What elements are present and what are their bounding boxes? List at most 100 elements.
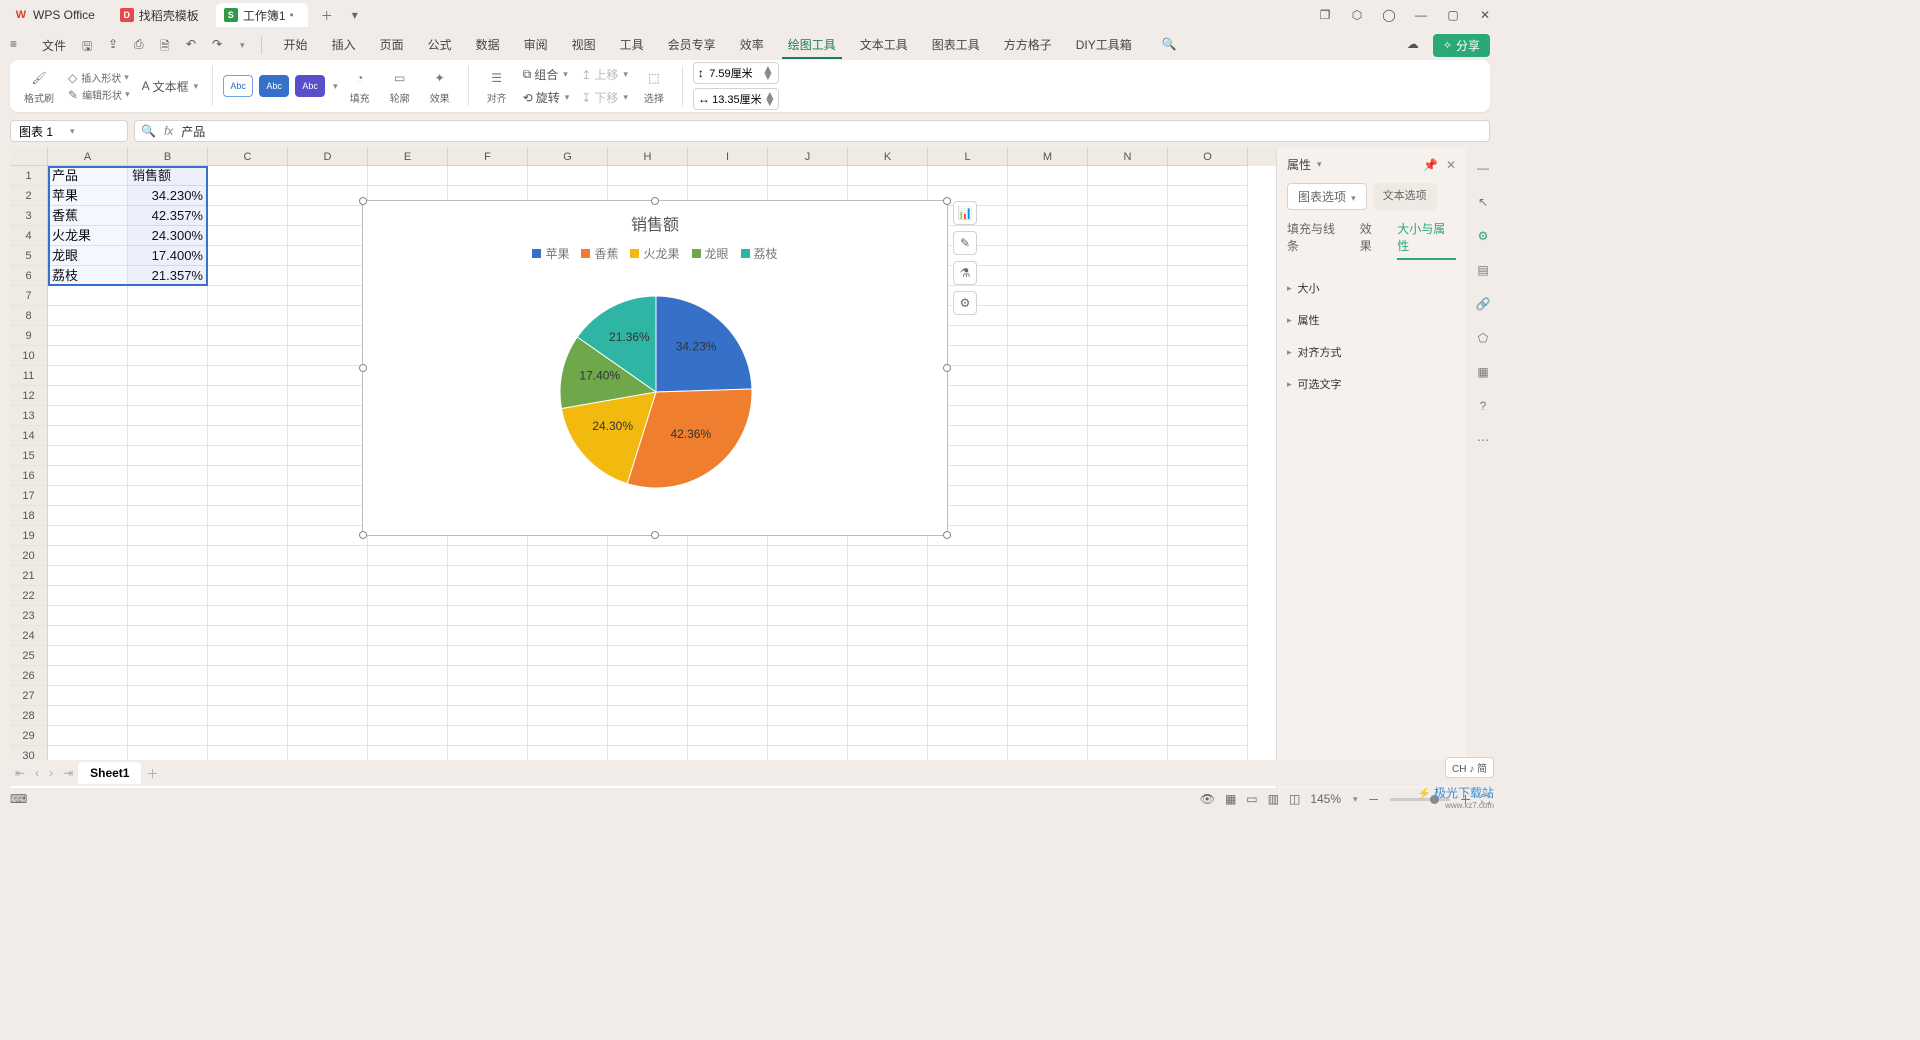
col-header[interactable]: G	[528, 148, 608, 166]
cell-A2[interactable]: 苹果	[48, 186, 128, 206]
more-tools-icon[interactable]: ⋯	[1473, 430, 1493, 450]
resize-handle[interactable]	[651, 197, 659, 205]
menu-会员专享[interactable]: 会员专享	[662, 32, 722, 59]
height-input[interactable]: ↕▲▼	[693, 62, 779, 84]
shape-styles[interactable]: Abc Abc Abc ▾	[223, 75, 338, 97]
row-header[interactable]: 1	[10, 166, 48, 186]
layers-tool-icon[interactable]: ▤	[1473, 260, 1493, 280]
fill-button[interactable]: ◔填充	[342, 65, 378, 107]
section-alt-text[interactable]: 可选文字	[1287, 368, 1456, 400]
cell-A1[interactable]: 产品	[48, 166, 128, 186]
row-header[interactable]: 4	[10, 226, 48, 246]
row-header[interactable]: 11	[10, 366, 48, 386]
row-header[interactable]: 26	[10, 666, 48, 686]
insert-shape[interactable]: ◇插入形状▾	[64, 70, 134, 85]
settings-tool-icon[interactable]: ⚙	[1473, 226, 1493, 246]
first-sheet-button[interactable]: ⇤	[10, 766, 30, 780]
cell-B6[interactable]: 21.357%	[128, 266, 208, 286]
close-button[interactable]: ✕	[1476, 8, 1494, 22]
outline-button[interactable]: ▭轮廓	[382, 65, 418, 107]
style-1[interactable]: Abc	[223, 75, 253, 97]
chart-legend[interactable]: 苹果香蕉火龙果龙眼荔枝	[363, 245, 947, 262]
menu-审阅[interactable]: 审阅	[518, 32, 554, 59]
sheet-tab[interactable]: Sheet1	[78, 762, 141, 784]
link-tool-icon[interactable]: 🔗	[1473, 294, 1493, 314]
avatar-icon[interactable]: ◯	[1380, 8, 1398, 22]
app-tab-wps[interactable]: WWPS Office	[6, 3, 109, 27]
view-page-icon[interactable]: ▥	[1268, 792, 1279, 806]
row-header[interactable]: 19	[10, 526, 48, 546]
legend-item[interactable]: 香蕉	[581, 245, 618, 262]
collapse-panel-icon[interactable]: —	[1473, 158, 1493, 178]
cascade-icon[interactable]: ❐	[1316, 8, 1334, 22]
menu-数据[interactable]: 数据	[470, 32, 506, 59]
zoom-fx-icon[interactable]: 🔍	[141, 124, 156, 138]
cell-A6[interactable]: 荔枝	[48, 266, 128, 286]
row-header[interactable]: 27	[10, 686, 48, 706]
effects-button[interactable]: ✦效果	[422, 65, 458, 107]
next-sheet-button[interactable]: ›	[44, 766, 58, 780]
menu-开始[interactable]: 开始	[278, 32, 314, 59]
menu-页面[interactable]: 页面	[374, 32, 410, 59]
col-header[interactable]: F	[448, 148, 528, 166]
prev-sheet-button[interactable]: ‹	[30, 766, 44, 780]
row-header[interactable]: 16	[10, 466, 48, 486]
row-header[interactable]: 24	[10, 626, 48, 646]
view-eye-icon[interactable]: 👁	[1200, 792, 1215, 806]
col-header[interactable]: N	[1088, 148, 1168, 166]
status-mode-icon[interactable]: ⌨	[10, 792, 27, 806]
menu-插入[interactable]: 插入	[326, 32, 362, 59]
menu-文本工具[interactable]: 文本工具	[854, 32, 914, 59]
chart-elements-button[interactable]: 📊	[953, 201, 977, 225]
view-normal-icon[interactable]: ▭	[1246, 792, 1257, 806]
menu-图表工具[interactable]: 图表工具	[926, 32, 986, 59]
spreadsheet-grid[interactable]: ABCDEFGHIJKLMNO 123456789101112131415161…	[10, 148, 1276, 788]
col-header[interactable]: A	[48, 148, 128, 166]
row-header[interactable]: 22	[10, 586, 48, 606]
menu-绘图工具[interactable]: 绘图工具	[782, 32, 842, 59]
menu-效率[interactable]: 效率	[734, 32, 770, 59]
cube-icon[interactable]: ⬡	[1348, 8, 1366, 22]
resize-handle[interactable]	[651, 531, 659, 539]
resize-handle[interactable]	[943, 197, 951, 205]
row-header[interactable]: 10	[10, 346, 48, 366]
gallery-tool-icon[interactable]: ▦	[1473, 362, 1493, 382]
ime-indicator[interactable]: CH ♪ 简	[1445, 757, 1494, 778]
row-header[interactable]: 6	[10, 266, 48, 286]
row-header[interactable]: 15	[10, 446, 48, 466]
width-input[interactable]: ↔▲▼	[693, 88, 779, 110]
view-split-icon[interactable]: ◫	[1289, 792, 1300, 806]
effect-tab[interactable]: 效果	[1360, 220, 1384, 260]
row-header[interactable]: 17	[10, 486, 48, 506]
legend-item[interactable]: 火龙果	[630, 245, 679, 262]
menu-工具[interactable]: 工具	[614, 32, 650, 59]
col-header[interactable]: B	[128, 148, 208, 166]
select-button[interactable]: ⬚选择	[636, 65, 672, 107]
cell-A3[interactable]: 香蕉	[48, 206, 128, 226]
pin-icon[interactable]: 📌	[1423, 158, 1438, 172]
cursor-tool-icon[interactable]: ↖	[1473, 192, 1493, 212]
name-box[interactable]: 图表 1▾	[10, 120, 128, 142]
styles-more[interactable]: ▾	[333, 81, 338, 92]
cell-B4[interactable]: 24.300%	[128, 226, 208, 246]
app-tab-template[interactable]: D找稻壳模板	[112, 3, 213, 27]
col-header[interactable]: M	[1008, 148, 1088, 166]
row-header[interactable]: 23	[10, 606, 48, 626]
style-3[interactable]: Abc	[295, 75, 325, 97]
view-grid-icon[interactable]: ▦	[1225, 792, 1236, 806]
resize-handle[interactable]	[359, 197, 367, 205]
export-icon[interactable]: ⇪	[108, 37, 124, 53]
legend-item[interactable]: 荔枝	[741, 245, 778, 262]
row-header[interactable]: 7	[10, 286, 48, 306]
preview-icon[interactable]: 🗎	[160, 37, 176, 53]
print-icon[interactable]: ⎙	[134, 37, 150, 53]
row-header[interactable]: 12	[10, 386, 48, 406]
format-painter[interactable]: 🖌格式刷	[18, 65, 60, 107]
undo-icon[interactable]: ↶	[186, 37, 202, 53]
menu-公式[interactable]: 公式	[422, 32, 458, 59]
row-header[interactable]: 28	[10, 706, 48, 726]
share-button[interactable]: ✧ 分享	[1433, 34, 1490, 57]
shapes-tool-icon[interactable]: ⬠	[1473, 328, 1493, 348]
fill-line-tab[interactable]: 填充与线条	[1287, 220, 1346, 260]
col-header[interactable]: L	[928, 148, 1008, 166]
